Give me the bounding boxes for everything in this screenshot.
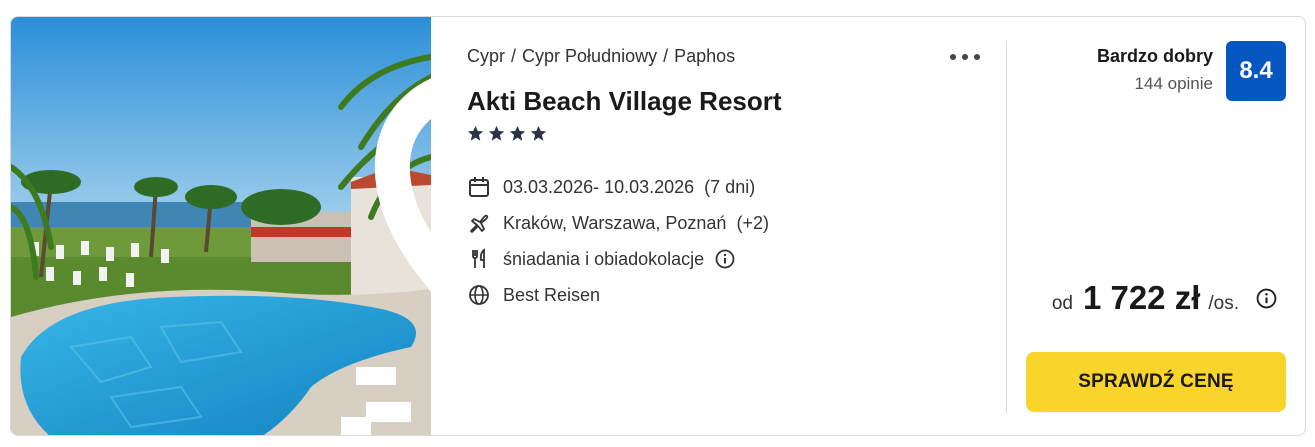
star-icon — [488, 125, 505, 141]
hotel-stars — [467, 125, 547, 142]
departure-text: Kraków, Warszawa, Poznań — [503, 212, 727, 233]
globe-icon — [467, 283, 491, 307]
star-icon — [530, 125, 547, 141]
airplane-icon — [467, 211, 491, 235]
offer-details: 03.03.2026- 10.03.2026 (7 dni) Kraków, W… — [467, 169, 769, 313]
review-count[interactable]: 144 opinie — [1135, 74, 1213, 94]
info-circle-icon[interactable] — [1255, 287, 1277, 309]
rating-label: Bardzo dobry — [1096, 46, 1213, 66]
operator-row: Best Reisen — [467, 277, 769, 313]
hotel-photo-image — [11, 17, 431, 435]
more-horizontal-icon — [950, 54, 956, 60]
operator-text: Best Reisen — [503, 284, 601, 305]
dates-row: 03.03.2026- 10.03.2026 (7 dni) — [467, 169, 769, 205]
departure-row: Kraków, Warszawa, Poznań (+2) — [467, 205, 769, 241]
price-prefix: od — [1051, 293, 1073, 314]
star-icon — [509, 125, 526, 141]
calendar-icon — [467, 175, 491, 199]
more-options-button[interactable] — [947, 47, 983, 67]
breadcrumb-separator: / — [663, 46, 669, 66]
departure-more[interactable]: (+2) — [736, 213, 769, 234]
price-suffix: /os. — [1208, 293, 1239, 314]
star-icon — [467, 125, 484, 141]
check-price-button[interactable]: SPRAWDŹ CENĘ — [1026, 352, 1286, 412]
favorite-button[interactable] — [369, 39, 431, 292]
board-row: śniadania i obiadokolacje — [467, 241, 769, 277]
duration-text: (7 dni) — [704, 176, 756, 197]
hotel-name[interactable]: Akti Beach Village Resort — [467, 86, 782, 117]
cutlery-icon — [467, 247, 491, 271]
dates-text: 03.03.2026- 10.03.2026 — [503, 176, 695, 197]
breadcrumb-country[interactable]: Cypr — [467, 46, 505, 66]
column-divider — [1006, 41, 1007, 413]
board-text: śniadania i obiadokolacje — [503, 248, 705, 269]
price-amount: 1 722 zł — [1082, 279, 1201, 316]
offer-card[interactable]: Cypr / Cypr Południowy / Paphos Akti Beach V… — [10, 16, 1306, 436]
breadcrumb-region[interactable]: Cypr Południowy — [522, 46, 657, 66]
info-circle-icon[interactable] — [714, 248, 736, 270]
hotel-photo[interactable] — [11, 17, 431, 435]
rating-score-badge: 8.4 — [1226, 41, 1286, 101]
breadcrumb-city[interactable]: Paphos — [674, 46, 735, 66]
price: od 1 722 zł /os. — [1052, 279, 1277, 317]
heart-outline-icon — [374, 78, 431, 292]
breadcrumb-separator: / — [511, 46, 517, 66]
offer-info: Cypr / Cypr Południowy / Paphos Akti Beach V… — [467, 17, 1007, 435]
breadcrumb: Cypr / Cypr Południowy / Paphos — [467, 46, 735, 67]
